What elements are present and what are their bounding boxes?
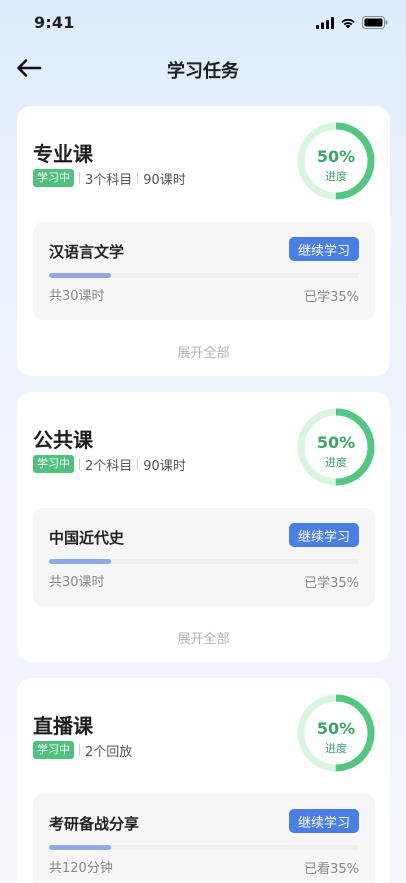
divider	[137, 458, 139, 470]
course-progress-text: 已看35%	[304, 862, 359, 877]
subject-count: 3个科目	[85, 172, 133, 188]
course-progress-fill	[49, 559, 111, 564]
progress-percent: 50%	[316, 433, 356, 452]
progress-label: 进度	[325, 742, 347, 755]
divider	[137, 172, 139, 184]
course-name: 考研备战分享	[49, 815, 140, 833]
page-title: 学习任务	[167, 61, 239, 82]
status-icons	[316, 16, 388, 29]
continue-learning-button[interactable]: 继续学习	[289, 237, 359, 261]
course-category-card: 直播课 学习中 2个回放 50% 进度 考研备战分享 继续学习 共120分钟 已…	[17, 678, 390, 883]
progress-label: 进度	[325, 456, 347, 469]
status-badge: 学习中	[33, 455, 74, 473]
progress-ring: 50% 进度	[296, 407, 376, 487]
course-progress-fill	[49, 845, 111, 850]
card-meta: 学习中 2个科目 90课时	[33, 455, 186, 474]
course-category-card: 专业课 学习中 3个科目 90课时 50% 进度 汉语言文学 继续学习 共30课…	[17, 106, 390, 376]
course-name: 汉语言文学	[49, 243, 125, 261]
divider	[79, 458, 80, 470]
course-progress-text: 已学35%	[304, 576, 359, 591]
course-total-hours: 共30课时	[49, 575, 105, 590]
status-time: 9:41	[34, 13, 75, 32]
hours-count: 90课时	[143, 172, 186, 188]
card-title: 公共课	[33, 428, 93, 452]
wifi-icon	[341, 18, 355, 28]
course-item[interactable]: 中国近代史 继续学习 共30课时 已学35%	[33, 508, 375, 606]
course-progress-bar	[49, 845, 359, 850]
status-badge: 学习中	[33, 741, 74, 759]
continue-learning-button[interactable]: 继续学习	[289, 809, 359, 833]
progress-ring: 50% 进度	[296, 693, 376, 773]
course-name: 中国近代史	[49, 529, 125, 547]
replay-count: 2个回放	[85, 744, 133, 760]
course-item[interactable]: 汉语言文学 继续学习 共30课时 已学35%	[33, 222, 375, 320]
expand-all-button[interactable]: 展开全部	[17, 342, 390, 361]
course-item[interactable]: 考研备战分享 继续学习 共120分钟 已看35%	[33, 794, 375, 883]
course-progress-text: 已学35%	[304, 290, 359, 305]
progress-percent: 50%	[316, 719, 356, 738]
expand-all-button[interactable]: 展开全部	[17, 628, 390, 647]
status-bar: 9:41	[0, 0, 406, 48]
course-total-hours: 共120分钟	[49, 861, 113, 876]
progress-percent: 50%	[316, 147, 356, 166]
course-progress-bar	[49, 273, 359, 278]
status-badge: 学习中	[33, 169, 74, 187]
continue-learning-button[interactable]: 继续学习	[289, 523, 359, 547]
course-progress-fill	[49, 273, 111, 278]
hours-count: 90课时	[143, 458, 186, 474]
divider	[79, 744, 80, 756]
battery-icon	[362, 16, 388, 29]
subject-count: 2个科目	[85, 458, 133, 474]
card-meta: 学习中 2个回放	[33, 741, 133, 760]
card-meta: 学习中 3个科目 90课时	[33, 169, 186, 188]
card-title: 专业课	[33, 142, 93, 166]
signal-icon	[316, 16, 334, 29]
nav-bar: 学习任务	[0, 48, 406, 88]
divider	[79, 172, 80, 184]
course-progress-bar	[49, 559, 359, 564]
course-total-hours: 共30课时	[49, 289, 105, 304]
progress-label: 进度	[325, 170, 347, 183]
progress-ring: 50% 进度	[296, 121, 376, 201]
course-category-card: 公共课 学习中 2个科目 90课时 50% 进度 中国近代史 继续学习 共30课…	[17, 392, 390, 662]
card-title: 直播课	[33, 714, 93, 738]
